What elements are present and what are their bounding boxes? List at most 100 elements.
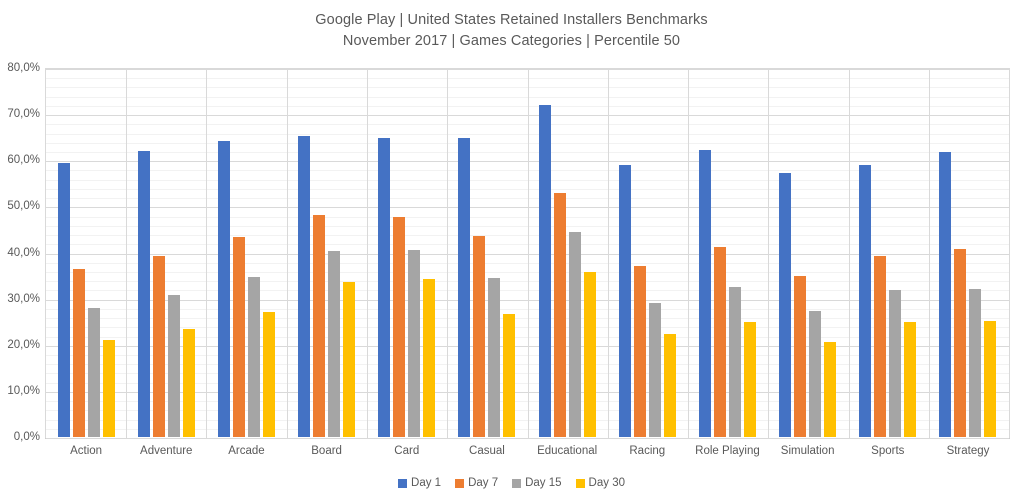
legend-item[interactable]: Day 7 (455, 476, 498, 490)
bar[interactable] (313, 215, 326, 437)
bar-group (46, 69, 126, 437)
y-axis-tick-label: 20,0% (7, 338, 40, 351)
x-axis-tick-label: Strategy (946, 445, 990, 457)
bar[interactable] (473, 236, 486, 437)
bar-group (527, 69, 607, 437)
legend-item[interactable]: Day 15 (512, 476, 562, 490)
legend-swatch (455, 478, 465, 488)
bar[interactable] (167, 295, 180, 437)
bar[interactable] (874, 256, 887, 437)
chart-title: Google Play | United States Retained Ins… (0, 10, 1023, 52)
x-axis-tick-label: Card (394, 445, 420, 457)
bar[interactable] (728, 287, 741, 437)
bar[interactable] (137, 151, 150, 437)
x-axis-tick-label: Action (70, 445, 103, 457)
x-axis-tick-label: Board (311, 445, 342, 457)
legend-label: Day 30 (588, 477, 625, 489)
bar[interactable] (648, 302, 661, 437)
bar[interactable] (889, 290, 902, 437)
y-axis-tick-label: 10,0% (7, 384, 40, 397)
bar[interactable] (618, 164, 631, 437)
bar-group (126, 69, 206, 437)
bar[interactable] (408, 249, 421, 437)
bar[interactable] (583, 271, 596, 437)
bar-chart: Google Play | United States Retained Ins… (0, 0, 1023, 503)
bar[interactable] (298, 136, 311, 437)
bar-group (768, 69, 848, 437)
bar-group (848, 69, 928, 437)
bar[interactable] (809, 311, 822, 437)
bar[interactable] (984, 321, 997, 437)
legend-item[interactable]: Day 30 (575, 476, 625, 490)
x-axis-tick-label: Adventure (140, 445, 193, 457)
bar[interactable] (568, 231, 581, 437)
y-axis-tick-label: 40,0% (7, 246, 40, 259)
bar[interactable] (904, 322, 917, 437)
bar[interactable] (393, 216, 406, 437)
bar[interactable] (458, 138, 471, 437)
bar[interactable] (72, 269, 85, 437)
legend-swatch (398, 478, 408, 488)
bar[interactable] (488, 278, 501, 437)
bar[interactable] (102, 339, 115, 437)
bar-group (687, 69, 767, 437)
bar[interactable] (713, 246, 726, 437)
legend-swatch (575, 478, 585, 488)
bar[interactable] (217, 140, 230, 437)
bar[interactable] (378, 137, 391, 437)
x-axis-tick-label: Casual (469, 445, 505, 457)
bar[interactable] (87, 307, 100, 437)
bar[interactable] (743, 322, 756, 437)
bar-group (287, 69, 367, 437)
bar[interactable] (794, 275, 807, 437)
bar[interactable] (152, 256, 165, 437)
chart-title-line-1: Google Play | United States Retained Ins… (315, 12, 708, 28)
bar[interactable] (633, 266, 646, 437)
bar[interactable] (779, 172, 792, 437)
chart-title-line-2: November 2017 | Games Categories | Perce… (342, 33, 681, 49)
bar[interactable] (824, 342, 837, 437)
legend-label: Day 15 (525, 477, 562, 489)
x-axis-tick-label: Role Playing (695, 445, 760, 457)
bars-layer (46, 69, 1008, 437)
bar[interactable] (328, 250, 341, 437)
gridline-major (46, 438, 1009, 439)
bar[interactable] (969, 288, 982, 437)
bar[interactable] (57, 162, 70, 437)
y-axis-tick-label: 0,0% (13, 431, 40, 443)
bar[interactable] (262, 311, 275, 437)
legend-label: Day 7 (468, 477, 499, 489)
x-axis-tick-label: Arcade (228, 445, 265, 457)
bar[interactable] (939, 152, 952, 437)
legend-label: Day 1 (411, 477, 442, 489)
bar-group (206, 69, 286, 437)
bar[interactable] (503, 313, 516, 437)
bar-group (607, 69, 687, 437)
bar[interactable] (663, 333, 676, 437)
bar[interactable] (247, 276, 260, 437)
x-axis-tick-label: Racing (629, 445, 666, 457)
chart-legend: Day 1 Day 7 Day 15 Day 30 (0, 476, 1023, 490)
bar[interactable] (423, 278, 436, 437)
bar[interactable] (182, 328, 195, 437)
x-axis: Action Adventure Arcade Board Card Casual Educ… (46, 444, 1008, 458)
x-axis-tick-label: Educational (537, 445, 598, 457)
bar[interactable] (553, 192, 566, 437)
legend-swatch (512, 478, 522, 488)
bar[interactable] (859, 164, 872, 437)
y-axis-tick-label: 60,0% (7, 154, 40, 167)
bar[interactable] (698, 150, 711, 437)
y-axis-tick-label: 50,0% (7, 200, 40, 213)
bar[interactable] (954, 248, 967, 437)
y-axis-tick-label: 70,0% (7, 108, 40, 121)
y-axis-tick-label: 80,0% (7, 62, 40, 74)
y-axis-tick-label: 30,0% (7, 292, 40, 305)
legend-item[interactable]: Day 1 (398, 476, 441, 490)
bar-group (367, 69, 447, 437)
x-axis-tick-label: Sports (871, 445, 905, 457)
bar[interactable] (538, 104, 551, 437)
bar[interactable] (343, 281, 356, 437)
x-axis-tick-label: Simulation (780, 445, 835, 457)
bar[interactable] (232, 236, 245, 437)
bar-group (928, 69, 1008, 437)
